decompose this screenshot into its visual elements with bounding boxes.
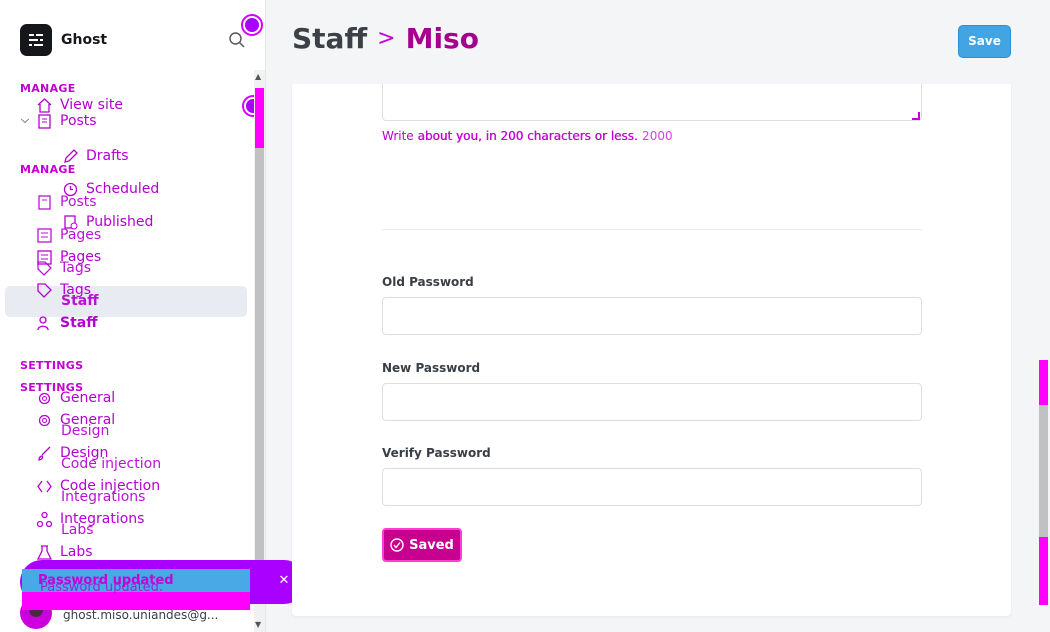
saved-label: Saved — [409, 537, 454, 553]
sidebar-item-tags-ghost[interactable]: Tags — [36, 257, 91, 279]
flask-icon — [36, 544, 53, 560]
sidebar-item-integrations-ghost[interactable]: Integrations — [61, 486, 145, 508]
sidebar-item-label: General — [60, 390, 116, 406]
ghost-logo-icon — [20, 24, 52, 56]
new-password-label: New Password — [382, 361, 481, 375]
sidebar-item-label: Scheduled — [86, 181, 160, 197]
posts-icon — [38, 113, 51, 129]
integrations-icon — [36, 511, 53, 527]
user-email: ghost.miso.uniandes@g... — [63, 608, 219, 622]
glitch-dot-icon — [243, 16, 261, 34]
change-password-button[interactable]: Saved — [382, 528, 462, 562]
search-icon[interactable] — [228, 31, 246, 49]
sidebar-item-label: Staff — [61, 293, 99, 309]
sidebar-scrollbar-thumb[interactable] — [255, 148, 264, 560]
verify-password-label: Verify Password — [382, 446, 491, 460]
sidebar-item-label: Integrations — [61, 489, 146, 505]
main-scrollbar-thumb[interactable] — [1039, 405, 1048, 537]
brush-icon — [38, 446, 51, 461]
sidebar-item-drafts[interactable]: Drafts — [62, 145, 129, 167]
old-password-label: Old Password — [382, 275, 474, 289]
section-divider — [382, 229, 922, 230]
pencil-icon — [64, 148, 78, 163]
brand-name: Ghost — [61, 32, 108, 48]
scroll-up-arrow-icon[interactable]: ▲ — [255, 72, 261, 81]
new-password-field[interactable] — [382, 383, 922, 421]
bio-hint-overlay: about you, in 200 characters or less. 20… — [418, 129, 673, 143]
gear-icon — [38, 414, 51, 426]
sidebar-item-label: Staff — [60, 315, 98, 331]
old-password-field[interactable] — [382, 297, 922, 335]
sidebar: Ghost MANAGE MANAGE SETTINGS SETTINGS Vi… — [0, 0, 266, 632]
sidebar-item-label: Code injection — [61, 456, 162, 472]
chevron-down-icon — [20, 118, 30, 124]
sidebar-item-posts[interactable]: Posts — [20, 110, 97, 132]
bio-textarea[interactable] — [382, 84, 922, 121]
tag-icon — [37, 282, 52, 298]
sidebar-scrollbar-thumb[interactable] — [255, 88, 264, 148]
main-scrollbar-thumb[interactable] — [1039, 360, 1048, 405]
breadcrumb-separator-icon: > — [377, 26, 396, 51]
sidebar-item-posts-ghost[interactable]: Posts — [36, 191, 97, 213]
sidebar-item-staff-ghost[interactable]: Staff — [61, 290, 99, 312]
sidebar-item-general[interactable]: General — [36, 387, 115, 409]
sidebar-item-labs-ghost[interactable]: Labs — [61, 519, 94, 541]
gear-icon — [38, 392, 51, 404]
sidebar-item-label: Drafts — [86, 148, 129, 164]
staff-icon — [37, 315, 49, 330]
sidebar-item-pages-ghost[interactable]: Pages — [36, 224, 101, 246]
sidebar-item-code-injection-ghost[interactable]: Code injection — [61, 453, 161, 475]
breadcrumb-staff-link[interactable]: Staff — [292, 22, 367, 55]
code-icon — [37, 480, 52, 492]
sidebar-item-label: Design — [61, 423, 110, 439]
toast-message: Password updated — [38, 573, 174, 588]
posts-icon — [38, 194, 51, 210]
sidebar-item-label: Labs — [60, 544, 93, 560]
sidebar-item-label: Posts — [60, 113, 97, 129]
settings-section-label: SETTINGS — [20, 359, 84, 372]
pages-icon — [37, 227, 52, 243]
main-scrollbar-thumb[interactable] — [1039, 537, 1048, 605]
page-title: Miso — [405, 22, 479, 55]
tag-icon — [37, 260, 52, 276]
scroll-down-arrow-icon[interactable]: ▼ — [255, 620, 261, 629]
sidebar-item-staff[interactable]: Staff — [36, 312, 98, 334]
close-icon[interactable]: ✕ — [276, 573, 292, 589]
save-button[interactable]: Save — [958, 25, 1011, 58]
sidebar-item-design-ghost[interactable]: Design — [61, 420, 109, 442]
sidebar-item-label: Labs — [61, 522, 94, 538]
brand[interactable]: Ghost — [20, 24, 107, 56]
breadcrumb: Staff > Miso — [292, 22, 479, 55]
sidebar-item-label: Pages — [60, 227, 102, 243]
resize-handle-icon[interactable] — [912, 112, 920, 120]
verify-password-field[interactable] — [382, 468, 922, 506]
sidebar-item-label: Tags — [60, 260, 91, 276]
sidebar-item-label: Posts — [60, 194, 97, 210]
check-circle-icon — [390, 538, 404, 552]
